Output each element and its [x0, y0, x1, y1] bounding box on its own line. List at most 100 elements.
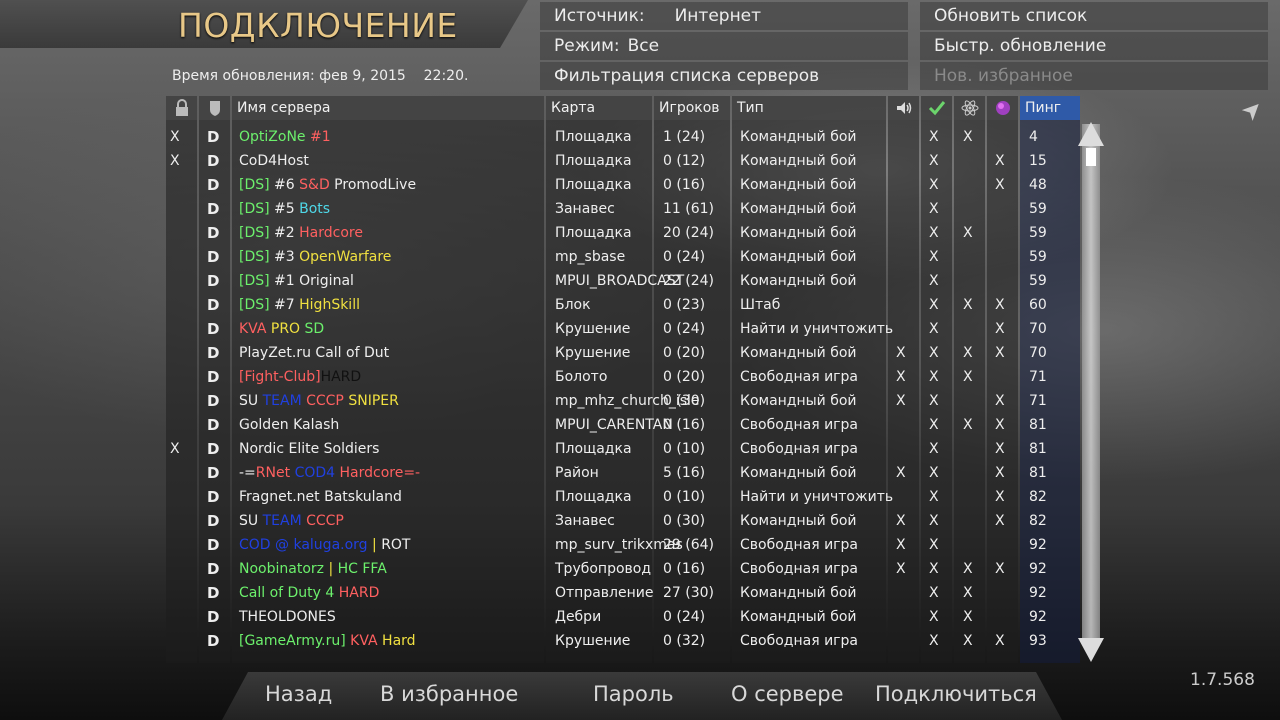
table-row[interactable]: D -=RNet COD4 Hardcore=- Район 5 (16) Команд… [166, 461, 1080, 485]
server-name-segment: [DS] [239, 177, 270, 193]
source-filter[interactable]: Источник: Интернет [540, 2, 908, 30]
pure-flag: X [929, 417, 939, 433]
table-row[interactable]: D [DS] #1 Original MPUI_BROADCAST 22 (24) Ко… [166, 269, 1080, 293]
mod-flag: X [963, 561, 973, 577]
table-row[interactable]: D Call of Duty 4 HARD Отправление 27 (30) Ко… [166, 581, 1080, 605]
scrollbar-track[interactable] [1082, 124, 1100, 644]
table-row[interactable]: D [Fight-Club]HARD Болото 0 (20) Свободная и… [166, 365, 1080, 389]
shield-column-header[interactable] [199, 96, 230, 120]
server-name-segment: PRO [270, 321, 305, 337]
table-row[interactable]: D [DS] #6 S&D PromodLive Площадка 0 (16) Ком… [166, 173, 1080, 197]
map-name: Блок [555, 297, 591, 313]
server-name-segment: #2 [269, 225, 300, 241]
server-name: SU TEAM CCCP [239, 509, 344, 533]
voice-flag: X [896, 537, 906, 553]
mod-flag: X [963, 129, 973, 145]
pure-flag: X [929, 225, 939, 241]
hardcore-flag: X [995, 417, 1005, 433]
players-header[interactable]: Игроков [654, 96, 730, 120]
ping-value: 92 [1029, 609, 1047, 625]
server-name-segment: | [367, 537, 382, 553]
table-row[interactable]: D Fragnet.net Batskuland Площадка 0 (10) Най… [166, 485, 1080, 509]
quick-refresh-button[interactable]: Быстр. обновление [920, 32, 1268, 60]
server-name-segment: Hardcore=- [339, 465, 421, 481]
scroll-down-arrow-icon[interactable] [1078, 638, 1104, 662]
voice-column-header[interactable] [888, 96, 919, 120]
table-row[interactable]: D [DS] #5 Bots Занавес 11 (61) Командный бой… [166, 197, 1080, 221]
server-name-header[interactable]: Имя сервера [232, 96, 544, 120]
globe-icon [995, 101, 1010, 115]
server-name-segment: COD @ kaluga.org [239, 537, 368, 553]
table-row[interactable]: X D CoD4Host Площадка 0 (12) Командный бой X X 1… [166, 149, 1080, 173]
map-name: Площадка [555, 489, 632, 505]
connect-button[interactable]: Подключиться [875, 682, 1037, 706]
table-row[interactable]: D COD @ kaluga.org | ROT mp_surv_trikxmas 2… [166, 533, 1080, 557]
server-info-button[interactable]: О сервере [731, 682, 844, 706]
refresh-list-button[interactable]: Обновить список [920, 2, 1268, 30]
speaker-icon [896, 102, 911, 114]
table-row[interactable]: D SU TEAM CCCP Занавес 0 (30) Командный бой X… [166, 509, 1080, 533]
table-row[interactable]: D SU TEAM CCCP SNIPER mp_mhz_church_isle 0 … [166, 389, 1080, 413]
server-name: PlayZet.ru Call of Dut [239, 341, 389, 365]
scrollbar-thumb[interactable] [1086, 148, 1096, 166]
ping-value: 71 [1029, 369, 1047, 385]
table-row[interactable]: D THEOLDONES Дебри 0 (24) Командный бой X X 92 [166, 605, 1080, 629]
add-favorite-button[interactable]: В избранное [380, 682, 518, 706]
ping-value: 82 [1029, 489, 1047, 505]
pure-flag: X [929, 465, 939, 481]
type-header[interactable]: Тип [732, 96, 886, 120]
table-row[interactable]: D [GameArmy.ru] KVA Hard Крушение 0 (32) Сво… [166, 629, 1080, 653]
mod-flag: X [963, 345, 973, 361]
player-count: 0 (16) [663, 561, 706, 577]
lock-icon [175, 99, 188, 116]
server-filter-button[interactable]: Фильтрация списка серверов [540, 62, 908, 90]
ping-header[interactable]: Пинг [1020, 96, 1080, 120]
dedicated-flag: D [207, 560, 220, 578]
map-header[interactable]: Карта [546, 96, 652, 120]
table-row[interactable]: D Noobinatorz | HC FFA Трубопровод 0 (16) Св… [166, 557, 1080, 581]
mod-column-header[interactable] [954, 96, 985, 120]
pure-column-header[interactable] [921, 96, 952, 120]
mod-flag: X [963, 585, 973, 601]
server-name-segment: Bots [299, 201, 331, 217]
mode-filter[interactable]: Режим: Все [540, 32, 908, 60]
mouse-cursor-icon: ➤ [1235, 92, 1270, 128]
table-row[interactable]: X D OptiZoNe #1 Площадка 1 (24) Командный бой… [166, 125, 1080, 149]
mode-value: Все [627, 36, 660, 56]
mod-flag: X [963, 369, 973, 385]
player-count: 0 (24) [663, 609, 706, 625]
server-name-segment: SU [239, 393, 263, 409]
ping-value: 60 [1029, 297, 1047, 313]
ping-value: 59 [1029, 249, 1047, 265]
hardcore-flag: X [995, 489, 1005, 505]
ping-value: 70 [1029, 321, 1047, 337]
hardcore-flag: X [995, 345, 1005, 361]
back-button[interactable]: Назад [265, 682, 332, 706]
server-name-segment: Noobinatorz [239, 561, 324, 577]
lock-column-header[interactable] [166, 96, 197, 120]
table-row[interactable]: D [DS] #2 Hardcore Площадка 20 (24) Командны… [166, 221, 1080, 245]
password-button[interactable]: Пароль [593, 682, 674, 706]
table-row[interactable]: D KVA PRO SD Крушение 0 (24) Найти и уничтож… [166, 317, 1080, 341]
table-row[interactable]: D Golden Kalash MPUI_CARENTAN 0 (16) Свободн… [166, 413, 1080, 437]
table-row[interactable]: D PlayZet.ru Call of Dut Крушение 0 (20) Ком… [166, 341, 1080, 365]
server-filter-label: Фильтрация списка серверов [554, 66, 820, 86]
atom-icon [961, 100, 978, 116]
pure-flag: X [929, 585, 939, 601]
server-name-segment: [Fight-Club] [239, 369, 321, 385]
pure-flag: X [929, 153, 939, 169]
server-name: [DS] #3 OpenWarfare [239, 245, 391, 269]
table-row[interactable]: D [DS] #7 HighSkill Блок 0 (23) Штаб X X X 60 [166, 293, 1080, 317]
server-name-segment: #1 Original [269, 273, 354, 289]
map-name: Отправление [555, 585, 654, 601]
hardcore-column-header[interactable] [987, 96, 1018, 120]
scroll-up-arrow-icon[interactable] [1078, 122, 1104, 146]
hardcore-flag: X [995, 321, 1005, 337]
game-type: Командный бой [740, 201, 857, 217]
map-name: Занавес [555, 513, 615, 529]
pure-flag: X [929, 633, 939, 649]
hardcore-flag: X [995, 297, 1005, 313]
table-row[interactable]: X D Nordic Elite Soldiers Площадка 0 (10) Сво… [166, 437, 1080, 461]
game-type: Свободная игра [740, 441, 858, 457]
table-row[interactable]: D [DS] #3 OpenWarfare mp_sbase 0 (24) Команд… [166, 245, 1080, 269]
